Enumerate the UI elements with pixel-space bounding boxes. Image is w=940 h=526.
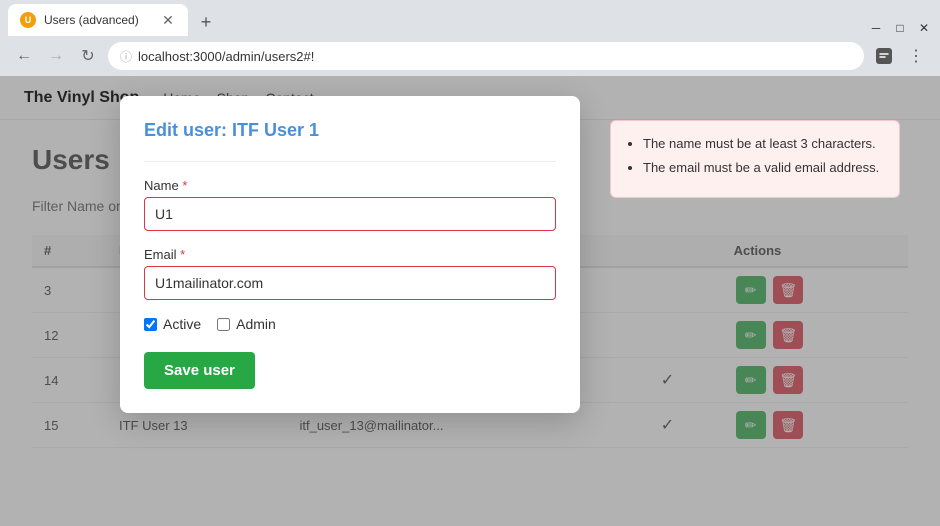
- edit-user-modal: Edit user: ITF User 1 Name * Email * Act…: [120, 96, 580, 413]
- active-checkbox-label[interactable]: Active: [144, 316, 201, 332]
- modal-title: Edit user: ITF User 1: [144, 120, 556, 141]
- admin-checkbox[interactable]: [217, 318, 230, 331]
- error-item: The email must be a valid email address.: [643, 159, 883, 177]
- tab-title: Users (advanced): [44, 13, 139, 27]
- name-label: Name *: [144, 178, 556, 193]
- minimize-button[interactable]: ─: [868, 20, 884, 36]
- tab-close-button[interactable]: ✕: [160, 12, 176, 28]
- browser-menu-button[interactable]: ⋮: [904, 44, 928, 68]
- forward-button[interactable]: →: [44, 44, 68, 68]
- name-input[interactable]: [144, 197, 556, 231]
- save-user-button[interactable]: Save user: [144, 352, 255, 389]
- maximize-button[interactable]: □: [892, 20, 908, 36]
- back-button[interactable]: ←: [12, 44, 36, 68]
- error-popup: The name must be at least 3 characters. T…: [610, 120, 900, 198]
- reload-button[interactable]: ↻: [76, 44, 100, 68]
- error-item: The name must be at least 3 characters.: [643, 135, 883, 153]
- admin-checkbox-label[interactable]: Admin: [217, 316, 276, 332]
- profile-button[interactable]: [872, 44, 896, 68]
- new-tab-button[interactable]: +: [192, 8, 220, 36]
- active-label: Active: [163, 316, 201, 332]
- modal-overlay: Edit user: ITF User 1 Name * Email * Act…: [0, 76, 940, 526]
- email-input[interactable]: [144, 266, 556, 300]
- active-checkbox[interactable]: [144, 318, 157, 331]
- admin-label: Admin: [236, 316, 276, 332]
- error-list: The name must be at least 3 characters. T…: [627, 135, 883, 177]
- window-close-button[interactable]: ✕: [916, 20, 932, 36]
- url-text: localhost:3000/admin/users2#!: [138, 49, 314, 64]
- address-bar[interactable]: ⓘ localhost:3000/admin/users2#!: [108, 42, 864, 70]
- browser-tab[interactable]: U Users (advanced) ✕: [8, 4, 188, 36]
- lock-icon: ⓘ: [120, 48, 132, 65]
- email-label: Email *: [144, 247, 556, 262]
- tab-favicon: U: [20, 12, 36, 28]
